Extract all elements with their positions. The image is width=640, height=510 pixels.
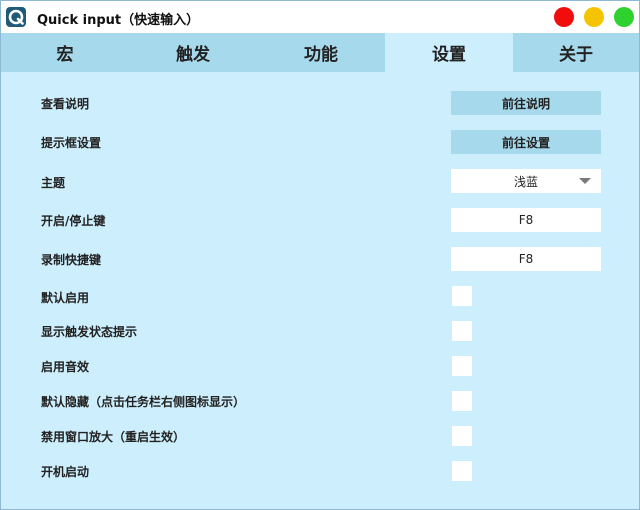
start-stop-key-label: 开启/停止键 <box>41 214 106 228</box>
title-bar[interactable]: Quick input（快速输入） <box>1 1 639 33</box>
record-shortcut-label: 录制快捷键 <box>41 253 102 267</box>
tab-bar: 宏 触发 功能 设置 关于 <box>1 33 639 72</box>
close-button[interactable] <box>554 7 574 27</box>
theme-label: 主题 <box>41 176 66 190</box>
default-enable-label: 默认启用 <box>41 291 90 305</box>
disable-maximize-checkbox[interactable] <box>452 426 472 446</box>
app-window: Quick input（快速输入） 宏 触发 功能 设置 关于 查看说明 前往说… <box>0 0 640 510</box>
theme-select-value: 浅蓝 <box>513 174 538 189</box>
prompt-box-button[interactable]: 前往设置 <box>451 130 601 154</box>
default-hidden-label: 默认隐藏（点击任务栏右侧图标显示） <box>41 395 246 409</box>
record-shortcut-input[interactable]: F8 <box>451 247 601 271</box>
disable-maximize-label: 禁用窗口放大（重启生效） <box>41 430 186 444</box>
show-trigger-status-checkbox[interactable] <box>452 321 472 341</box>
tab-macro[interactable]: 宏 <box>1 33 129 72</box>
chevron-down-icon <box>579 178 591 184</box>
maximize-button[interactable] <box>614 7 634 27</box>
default-enable-checkbox[interactable] <box>452 286 472 306</box>
window-title: Quick input（快速输入） <box>37 13 200 28</box>
tab-about[interactable]: 关于 <box>513 33 639 72</box>
start-stop-key-input[interactable]: F8 <box>451 208 601 232</box>
autostart-label: 开机启动 <box>41 465 90 479</box>
view-help-button[interactable]: 前往说明 <box>451 91 601 115</box>
theme-select[interactable]: 浅蓝 <box>451 169 601 193</box>
tab-trigger[interactable]: 触发 <box>129 33 257 72</box>
minimize-button[interactable] <box>584 7 604 27</box>
q-logo-icon <box>6 7 26 27</box>
tab-settings[interactable]: 设置 <box>385 33 513 72</box>
default-hidden-checkbox[interactable] <box>452 391 472 411</box>
view-help-label: 查看说明 <box>41 97 90 111</box>
enable-sound-checkbox[interactable] <box>452 356 472 376</box>
prompt-box-label: 提示框设置 <box>41 136 102 150</box>
enable-sound-label: 启用音效 <box>41 360 90 374</box>
autostart-checkbox[interactable] <box>452 461 472 481</box>
tab-function[interactable]: 功能 <box>257 33 385 72</box>
show-trigger-status-label: 显示触发状态提示 <box>41 325 138 339</box>
